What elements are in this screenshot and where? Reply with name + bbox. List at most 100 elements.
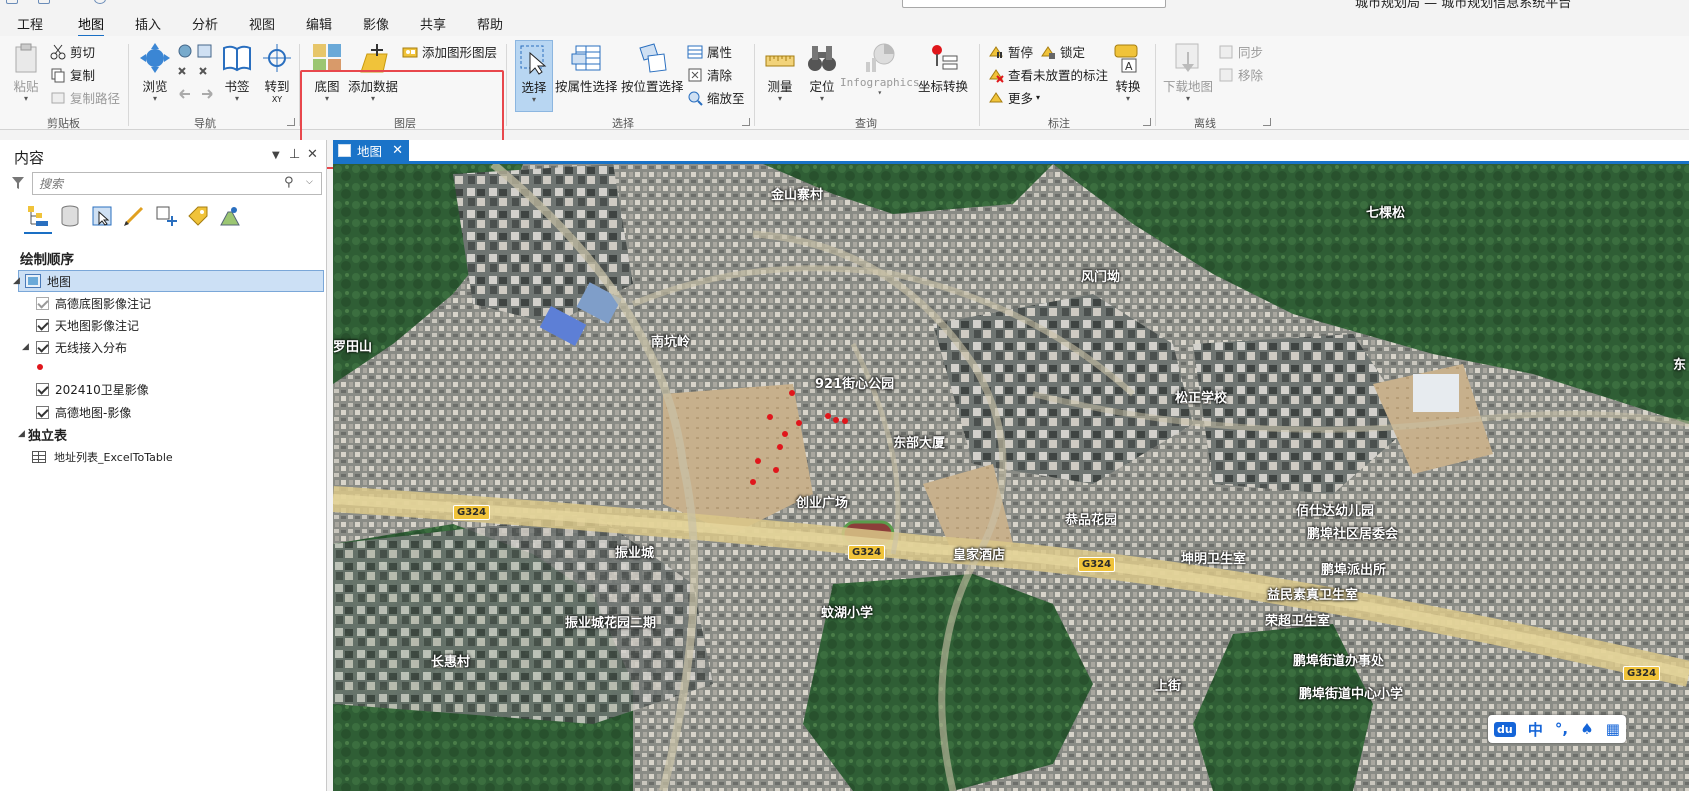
map-point[interactable]	[767, 414, 773, 420]
map-point[interactable]	[789, 390, 795, 396]
dialog-launcher-icon[interactable]	[287, 118, 295, 126]
group-divider	[506, 44, 507, 126]
layer-row[interactable]: 高德地图-影像	[36, 401, 131, 423]
sync-button[interactable]: 同步	[1218, 42, 1263, 61]
collapse-icon[interactable]: ◢	[22, 342, 32, 352]
remove-offline-button[interactable]: 移除	[1218, 65, 1263, 84]
copy-button[interactable]: 复制	[50, 65, 95, 84]
map-point[interactable]	[750, 479, 756, 485]
map-point[interactable]	[796, 420, 802, 426]
map-view-tab[interactable]: 地图 ✕	[333, 140, 409, 161]
tab-map[interactable]: 地图	[78, 14, 105, 37]
chevron-down-icon: ▾	[819, 94, 824, 103]
explore-button[interactable]: 浏览 ▾	[139, 42, 171, 103]
tree-map-item[interactable]: ◢ 地图	[13, 270, 324, 292]
map-canvas[interactable]: 金山寨村 七棵松 风门坳 罗田山 南坑岭 921街心公园 松正学校 东部大厦 创…	[333, 164, 1689, 791]
table-row[interactable]: 地址列表_ExcelToTable	[32, 446, 173, 468]
layer-row[interactable]: 202410卫星影像	[36, 378, 149, 400]
contents-search-input[interactable]	[39, 175, 279, 192]
more-labeling-button[interactable]: 更多 ▾	[988, 88, 1040, 107]
filter-icon[interactable]	[11, 176, 25, 190]
tab-share[interactable]: 共享	[420, 14, 446, 33]
select-by-location-button[interactable]: 按位置选择	[621, 42, 684, 95]
search-icon[interactable]: ⚲	[284, 175, 294, 190]
tab-project[interactable]: 工程	[17, 14, 43, 33]
standalone-tables-row[interactable]: ◢ 独立表	[18, 423, 67, 445]
lock-labels-button[interactable]: 锁定	[1040, 42, 1085, 61]
view-unplaced-labels-button[interactable]: 查看未放置的标注	[988, 65, 1108, 84]
chevron-down-icon: ▾	[777, 94, 782, 103]
tab-analysis[interactable]: 分析	[192, 14, 218, 33]
copy-path-button[interactable]: 复制路径	[50, 88, 120, 107]
map-point[interactable]	[825, 413, 831, 419]
list-by-editing-icon[interactable]	[122, 204, 146, 228]
list-by-snapping-icon[interactable]	[154, 204, 178, 228]
measure-button[interactable]: 测量 ▾	[764, 42, 796, 103]
clear-selection-button[interactable]: 清除	[687, 65, 732, 84]
map-point[interactable]	[782, 431, 788, 437]
collapse-icon[interactable]: ◢	[18, 429, 28, 439]
convert-coordinates-button[interactable]: 坐标转换	[918, 42, 968, 95]
command-search-input[interactable]	[902, 0, 1166, 8]
goto-xy-button[interactable]: 转到 XY	[261, 42, 293, 104]
attributes-button[interactable]: 属性	[687, 42, 732, 61]
tab-help[interactable]: 帮助	[477, 14, 503, 33]
ime-menu-icon[interactable]: ▦	[1606, 720, 1620, 738]
list-by-selection-icon[interactable]	[90, 204, 114, 228]
list-by-source-icon[interactable]	[58, 204, 82, 228]
list-by-labeling-icon[interactable]	[186, 204, 210, 228]
convert-coordinates-label: 坐标转换	[918, 79, 969, 94]
pane-menu-icon[interactable]: ▼	[272, 150, 280, 161]
layer-row[interactable]: 高德底图影像注记	[36, 292, 151, 314]
infographics-button[interactable]: Infographics ▾	[840, 42, 919, 97]
layer-checkbox[interactable]	[36, 340, 49, 354]
crosshair-icon	[261, 42, 293, 74]
layer-checkbox[interactable]	[36, 318, 49, 332]
convert-labels-button[interactable]: A 转换 ▾	[1112, 42, 1144, 103]
contents-search[interactable]: ⚲ ⌵	[32, 172, 322, 195]
tab-view[interactable]: 视图	[249, 14, 275, 33]
dialog-launcher-icon[interactable]	[742, 118, 750, 126]
tab-imagery[interactable]: 影像	[363, 14, 389, 33]
layer-row[interactable]: ◢ 无线接入分布	[22, 336, 127, 358]
ime-punctuation-toggle[interactable]: °,	[1555, 720, 1568, 738]
map-point[interactable]	[777, 444, 783, 450]
save-icon[interactable]	[6, 0, 18, 4]
cut-button[interactable]: 剪切	[50, 42, 95, 61]
undo-icon[interactable]	[38, 0, 50, 4]
list-by-drawing-order-icon[interactable]	[24, 204, 52, 234]
download-map-button[interactable]: 下载地图 ▾	[1163, 42, 1213, 103]
bookmarks-button[interactable]: 书签 ▾	[221, 42, 253, 103]
dialog-launcher-icon[interactable]	[1143, 118, 1151, 126]
add-graphics-layer-button[interactable]: 添加图形图层	[402, 42, 497, 61]
tab-edit[interactable]: 编辑	[306, 14, 332, 33]
zoom-to-selection-button[interactable]: 缩放至	[687, 88, 745, 107]
paste-button[interactable]: 粘贴 ▾	[10, 42, 42, 103]
pin-icon[interactable]: ⊥	[289, 147, 300, 162]
layer-checkbox[interactable]	[36, 382, 49, 396]
collapse-icon[interactable]: ◢	[13, 276, 23, 286]
locate-button[interactable]: 定位 ▾	[806, 42, 838, 103]
layer-row[interactable]: 天地图影像注记	[36, 314, 139, 336]
map-point[interactable]	[755, 458, 761, 464]
select-by-attributes-button[interactable]: 按属性选择	[555, 42, 618, 95]
ime-skin-icon[interactable]: ♠	[1580, 720, 1593, 738]
dialog-launcher-icon[interactable]	[1263, 118, 1271, 126]
layer-checkbox[interactable]	[36, 405, 49, 419]
map-point[interactable]	[773, 467, 779, 473]
map-point[interactable]	[833, 417, 839, 423]
graphics-layer-icon	[402, 44, 418, 60]
redo-icon[interactable]	[94, 0, 106, 4]
close-icon[interactable]: ✕	[307, 147, 318, 162]
tab-insert[interactable]: 插入	[135, 14, 161, 33]
layer-checkbox[interactable]	[36, 296, 49, 310]
ime-language-toggle[interactable]: 中	[1528, 719, 1543, 740]
list-by-perspective-icon[interactable]	[218, 204, 242, 228]
pause-labeling-button[interactable]: 暂停	[988, 42, 1033, 61]
select-button[interactable]: 选择 ▾	[515, 40, 553, 112]
measure-label: 测量	[767, 79, 793, 94]
close-icon[interactable]: ✕	[392, 143, 403, 158]
chevron-down-icon[interactable]: ⌵	[306, 177, 313, 187]
map-point[interactable]	[842, 418, 848, 424]
ime-toolbar[interactable]: du 中 °, ♠ ▦	[1488, 715, 1626, 743]
